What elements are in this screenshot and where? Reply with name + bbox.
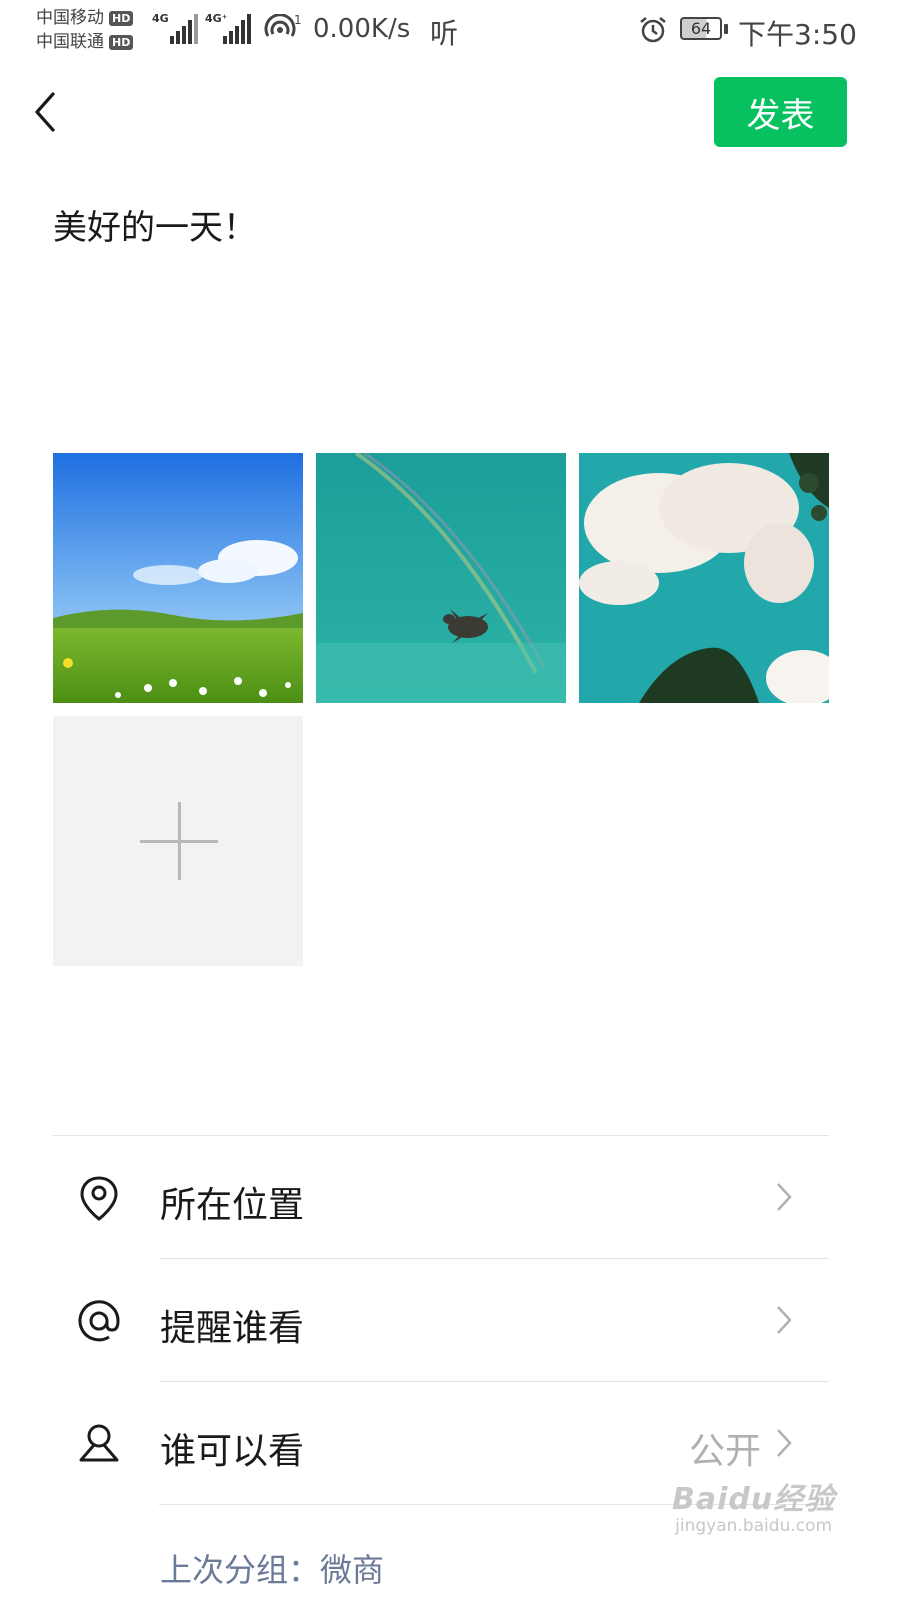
chevron-left-icon	[35, 92, 55, 132]
visibility-label: 谁可以看	[160, 1431, 305, 1472]
visibility-value: 公开	[688, 1431, 761, 1472]
signal-bars-icon: 4G	[152, 12, 198, 44]
battery-tip	[724, 24, 728, 34]
chevron-right-icon	[775, 1427, 793, 1463]
grassland-photo[interactable]	[53, 453, 303, 703]
chevron-right-icon	[775, 1181, 793, 1217]
listen-icon: 听	[430, 17, 459, 50]
clouds-sky-photo[interactable]	[579, 453, 829, 703]
post-text-input[interactable]: 美好的一天！	[53, 200, 257, 249]
network-type-1: 4G	[152, 12, 169, 25]
baidu-watermark: Baidu经验 jingyan.baidu.com	[672, 1474, 835, 1536]
location-pin-icon	[75, 1174, 123, 1222]
hd-badge: HD	[109, 10, 134, 26]
clock: 下午3:50	[738, 18, 857, 51]
sea-turtle-photo[interactable]	[316, 453, 566, 703]
last-group-hint[interactable]: 上次分组：微商	[160, 1545, 384, 1591]
person-icon	[75, 1420, 123, 1468]
hotspot-icon: 1	[262, 13, 302, 48]
net-speed: 0.00K/s	[313, 14, 411, 44]
chevron-right-icon	[775, 1304, 793, 1340]
mention-row[interactable]: 提醒谁看	[53, 1259, 829, 1382]
signal-bars-icon: 4G⁺	[205, 12, 251, 44]
back-button[interactable]	[28, 88, 68, 136]
add-photo-button[interactable]	[53, 716, 303, 966]
carrier-info: 中国移动 HD 中国联通 HD	[36, 6, 134, 54]
publish-button[interactable]: 发表	[714, 77, 847, 147]
hd-badge: HD	[109, 34, 134, 50]
network-type-2: 4G⁺	[205, 12, 228, 25]
carrier-2: 中国联通	[36, 32, 104, 52]
at-sign-icon	[75, 1297, 123, 1345]
status-bar: 中国移动 HD 中国联通 HD 4G 4G⁺ 1 0.00K/s 听 64 下午…	[0, 0, 900, 62]
signal-indicators: 4G 4G⁺	[152, 12, 251, 44]
carrier-1: 中国移动	[36, 8, 104, 28]
hotspot-count: 1	[294, 14, 302, 27]
location-row[interactable]: 所在位置	[53, 1136, 829, 1259]
alarm-icon	[638, 15, 668, 49]
location-label: 所在位置	[160, 1185, 305, 1226]
watermark-url: jingyan.baidu.com	[675, 1516, 833, 1536]
mention-label: 提醒谁看	[160, 1308, 305, 1349]
watermark-title: Baidu经验	[672, 1482, 836, 1517]
battery-icon: 64	[680, 17, 722, 40]
